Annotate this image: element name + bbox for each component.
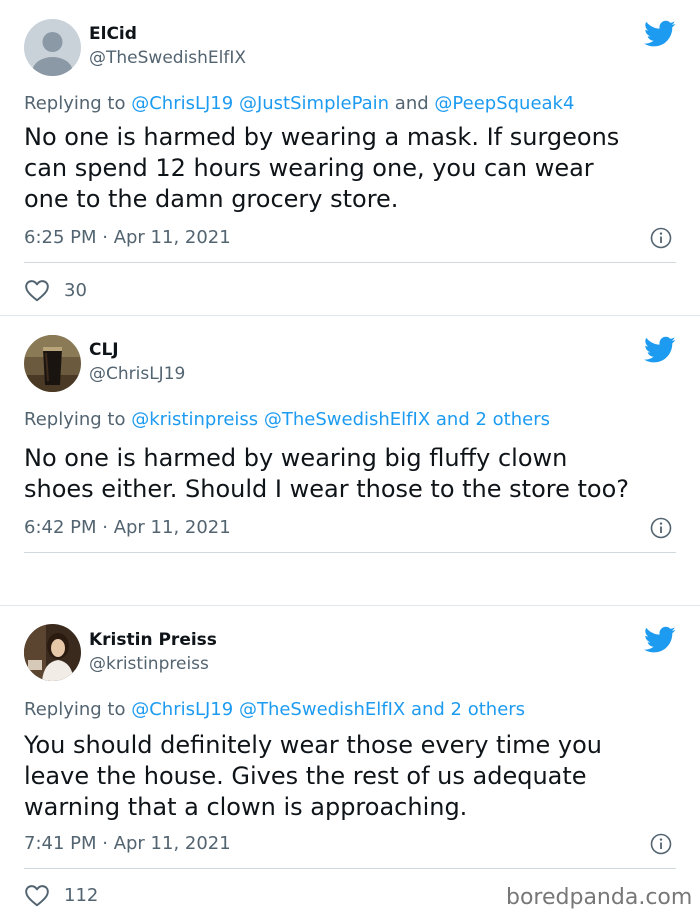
mention-link[interactable]: @TheSwedishElfIX [239, 699, 405, 720]
tweet-card: Kristin Preiss @kristinpreiss Replying t… [0, 606, 700, 923]
tweet-text-line: No one is harmed by wearing a mask. If s… [24, 123, 620, 151]
divider [24, 552, 676, 553]
like-button[interactable]: 112 [24, 882, 98, 908]
tweet-text-line: shoes either. Should I wear those to the… [24, 475, 630, 503]
avatar[interactable] [24, 335, 81, 392]
info-icon[interactable] [650, 833, 672, 855]
tweet-text-line: can spend 12 hours wearing one, you can … [24, 154, 594, 182]
display-name[interactable]: CLJ [89, 340, 119, 360]
tweet-card: ElCid @TheSwedishElfIX Replying to @Chri… [0, 0, 700, 315]
tweet-text-line: leave the house. Gives the rest of us ad… [24, 762, 587, 790]
others-link[interactable]: and 2 others [411, 699, 525, 720]
divider [24, 262, 676, 263]
reply-prefix: Replying to [24, 699, 126, 720]
tweet-timestamp[interactable]: 6:25 PM · Apr 11, 2021 [24, 227, 231, 248]
tweet-text: No one is harmed by wearing a mask. If s… [24, 122, 674, 215]
heart-icon [25, 280, 49, 302]
user-handle[interactable]: @kristinpreiss [89, 654, 209, 674]
mention-link[interactable]: @TheSwedishElfIX [264, 409, 430, 430]
user-handle[interactable]: @ChrisLJ19 [89, 364, 185, 384]
reply-prefix: Replying to [24, 93, 126, 114]
default-avatar-icon [24, 19, 81, 76]
reply-conjunction: and [394, 93, 429, 114]
heart-icon [25, 885, 49, 907]
mention-link[interactable]: @PeepSqueak4 [434, 93, 574, 114]
tweet-timestamp[interactable]: 7:41 PM · Apr 11, 2021 [24, 833, 231, 854]
drink-glass-avatar-icon [24, 335, 81, 392]
tweet-text-line: warning that a clown is approaching. [24, 793, 468, 821]
others-link[interactable]: and 2 others [436, 409, 550, 430]
watermark: boredpanda.com [506, 885, 693, 910]
avatar[interactable] [24, 624, 81, 681]
display-name[interactable]: Kristin Preiss [89, 630, 217, 650]
like-count: 30 [64, 279, 87, 301]
info-icon[interactable] [650, 227, 672, 249]
like-button[interactable]: 30 [24, 277, 87, 303]
tweet-text-line: You should definitely wear those every t… [24, 731, 602, 759]
divider [24, 868, 676, 869]
like-count: 112 [64, 884, 99, 906]
mention-link[interactable]: @kristinpreiss [131, 409, 258, 430]
tweet-text-line: one to the damn grocery store. [24, 185, 399, 213]
twitter-bird-icon[interactable] [644, 20, 676, 48]
twitter-bird-icon[interactable] [644, 626, 676, 654]
avatar[interactable] [24, 19, 81, 76]
tweet-text-line: No one is harmed by wearing big fluffy c… [24, 444, 568, 472]
user-handle[interactable]: @TheSwedishElfIX [89, 48, 246, 68]
tweet-text: You should definitely wear those every t… [24, 730, 674, 823]
twitter-bird-icon[interactable] [644, 336, 676, 364]
tweet-timestamp[interactable]: 6:42 PM · Apr 11, 2021 [24, 517, 231, 538]
tweet-text: No one is harmed by wearing big fluffy c… [24, 443, 674, 505]
person-photo-avatar-icon [24, 624, 81, 681]
reply-prefix: Replying to [24, 409, 126, 430]
display-name[interactable]: ElCid [89, 24, 137, 44]
reply-context: Replying to @ChrisLJ19 @TheSwedishElfIX … [24, 699, 525, 720]
info-icon[interactable] [650, 517, 672, 539]
mention-link[interactable]: @JustSimplePain [239, 93, 389, 114]
mention-link[interactable]: @ChrisLJ19 [131, 699, 233, 720]
reply-context: Replying to @ChrisLJ19 @JustSimplePain a… [24, 93, 574, 114]
tweet-card: CLJ @ChrisLJ19 Replying to @kristinpreis… [0, 316, 700, 605]
reply-context: Replying to @kristinpreiss @TheSwedishEl… [24, 409, 550, 430]
mention-link[interactable]: @ChrisLJ19 [131, 93, 233, 114]
